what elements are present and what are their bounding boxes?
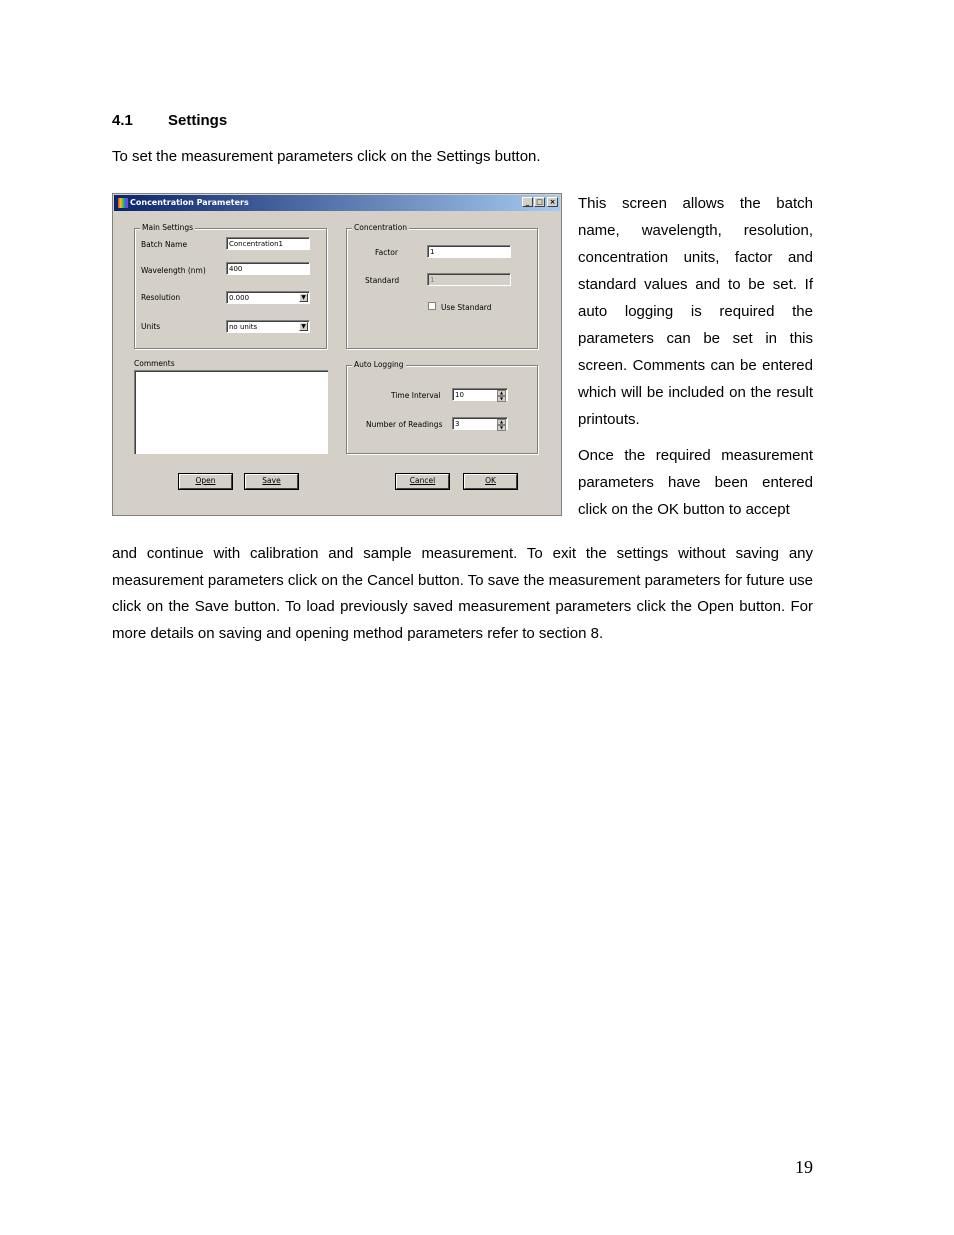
batch-name-input[interactable]: Concentration1 — [226, 237, 310, 250]
main-settings-legend: Main Settings — [140, 223, 196, 232]
cancel-button-label: Cancel — [409, 476, 436, 485]
number-of-readings-value: 3 — [455, 420, 460, 428]
units-select[interactable]: no units ▼ — [226, 320, 310, 333]
section-number: 4.1 — [112, 112, 133, 129]
comments-label: Comments — [134, 359, 175, 368]
number-of-readings-spinner[interactable]: 3 ▲ ▼ — [452, 417, 508, 431]
cancel-button[interactable]: Cancel — [396, 474, 449, 489]
resolution-value: 0.000 — [229, 294, 250, 302]
batch-name-label: Batch Name — [141, 240, 188, 249]
use-standard-checkbox[interactable] — [428, 302, 436, 310]
section-heading: 4.1 Settings — [112, 112, 227, 129]
chevron-down-icon[interactable]: ▼ — [299, 322, 308, 331]
open-button-label: Open — [195, 476, 216, 485]
factor-input[interactable]: 1 — [427, 245, 511, 258]
close-button[interactable]: × — [547, 197, 558, 207]
side-paragraph: Once the required measurement parameters… — [578, 447, 813, 518]
auto-logging-group: Auto Logging Time Interval 10 ▲ ▼ Number … — [346, 360, 538, 454]
resolution-select[interactable]: 0.000 ▼ — [226, 291, 310, 304]
save-button[interactable]: Save — [245, 474, 298, 489]
save-button-label: Save — [262, 476, 281, 485]
standard-label: Standard — [365, 276, 400, 285]
units-value: no units — [229, 323, 258, 331]
ok-button-label: OK — [485, 476, 496, 485]
spinner-arrows-icon[interactable]: ▲ ▼ — [497, 390, 506, 402]
resolution-label: Resolution — [141, 293, 181, 302]
minimize-button[interactable]: _ — [522, 197, 533, 207]
comments-textarea[interactable] — [134, 370, 328, 454]
factor-label: Factor — [375, 248, 398, 257]
wavelength-label: Wavelength (nm) — [141, 266, 206, 275]
body-paragraph: and continue with calibration and sample… — [112, 545, 813, 643]
dialog-title: Concentration Parameters — [130, 198, 249, 207]
time-interval-value: 10 — [455, 391, 464, 399]
side-paragraph: This screen allows the batch name, wavel… — [578, 195, 813, 428]
units-label: Units — [141, 322, 161, 331]
time-interval-spinner[interactable]: 10 ▲ ▼ — [452, 388, 508, 402]
use-standard-label: Use Standard — [441, 303, 492, 312]
open-button[interactable]: Open — [179, 474, 232, 489]
side-description: This screen allows the batch name, wavel… — [578, 190, 813, 532]
number-of-readings-label: Number of Readings — [366, 420, 443, 429]
concentration-group: Concentration Factor 1 Standard 1 Use St… — [346, 223, 538, 349]
spinner-arrows-icon[interactable]: ▲ ▼ — [497, 419, 506, 431]
ok-button[interactable]: OK — [464, 474, 517, 489]
dialog-titlebar: Concentration Parameters _ □ × — [114, 195, 560, 211]
concentration-parameters-dialog: Concentration Parameters _ □ × Main Sett… — [112, 193, 562, 516]
intro-text: To set the measurement parameters click … — [112, 148, 541, 165]
standard-input[interactable]: 1 — [427, 273, 511, 286]
wavelength-input[interactable]: 400 — [226, 262, 310, 275]
time-interval-label: Time Interval — [391, 391, 441, 400]
maximize-button[interactable]: □ — [534, 197, 545, 207]
app-spectrum-icon — [118, 198, 128, 208]
auto-logging-legend: Auto Logging — [352, 360, 406, 369]
section-title: Settings — [168, 112, 228, 129]
main-settings-group: Main Settings Batch Name Concentration1 … — [134, 223, 327, 349]
chevron-down-icon[interactable]: ▼ — [299, 293, 308, 302]
concentration-legend: Concentration — [352, 223, 410, 232]
page-number: 19 — [795, 1157, 813, 1177]
